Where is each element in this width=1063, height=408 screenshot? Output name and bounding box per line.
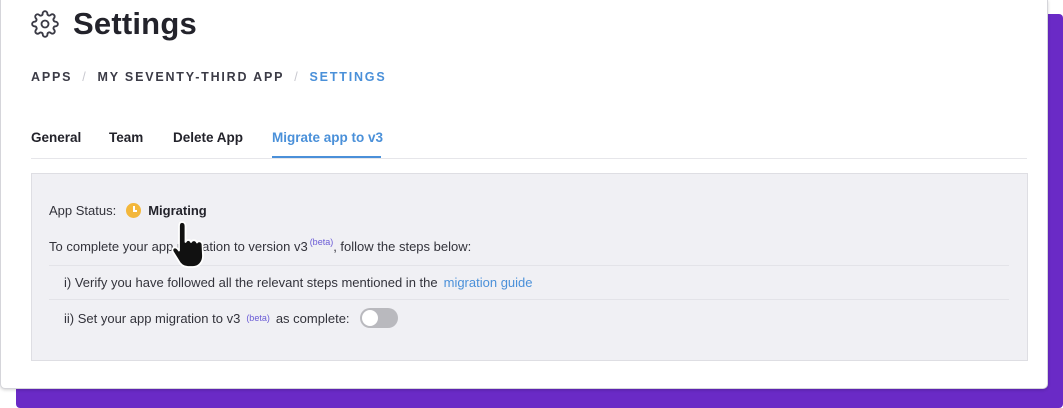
instruction-suffix: , follow the steps below: bbox=[333, 239, 472, 254]
active-tab-indicator bbox=[272, 156, 381, 158]
beta-tag: (beta) bbox=[309, 237, 334, 247]
step2-suffix: as complete: bbox=[275, 310, 350, 326]
beta-tag: (beta) bbox=[246, 313, 270, 323]
page-title: Settings bbox=[73, 6, 197, 41]
settings-card: Settings APPS / MY SEVENTY-THIRD APP / S… bbox=[0, 0, 1048, 389]
migration-complete-toggle[interactable] bbox=[359, 308, 398, 328]
toggle-knob bbox=[361, 310, 378, 326]
step2-prefix: ii) Set your app migration to v3 bbox=[64, 310, 241, 326]
breadcrumb-apps[interactable]: APPS bbox=[31, 70, 72, 84]
divider bbox=[49, 299, 1009, 300]
step-complete: ii) Set your app migration to v3 (beta) … bbox=[64, 308, 398, 328]
breadcrumb-app[interactable]: MY SEVENTY-THIRD APP bbox=[98, 70, 285, 84]
breadcrumb-separator: / bbox=[82, 70, 88, 84]
hand-pointer-cursor-icon bbox=[171, 221, 204, 268]
status-label: App Status: bbox=[49, 203, 117, 218]
gear-icon bbox=[31, 10, 59, 38]
settings-tabs: General Team Delete App Migrate app to v… bbox=[31, 122, 1027, 159]
breadcrumb: APPS / MY SEVENTY-THIRD APP / SETTINGS bbox=[31, 70, 386, 84]
tab-migrate-app[interactable]: Migrate app to v3 bbox=[272, 130, 383, 145]
status-value: Migrating bbox=[148, 203, 207, 218]
app-status-row: App Status: Migrating bbox=[49, 203, 207, 218]
migration-guide-link[interactable]: migration guide bbox=[444, 275, 533, 290]
breadcrumb-settings: SETTINGS bbox=[309, 70, 387, 84]
tab-general[interactable]: General bbox=[31, 130, 81, 145]
tab-delete-app[interactable]: Delete App bbox=[173, 130, 243, 145]
step-verify: i) Verify you have followed all the rele… bbox=[64, 275, 533, 290]
step1-text: i) Verify you have followed all the rele… bbox=[64, 275, 438, 290]
migration-instruction: To complete your app migration to versio… bbox=[49, 237, 471, 254]
page-header: Settings bbox=[31, 4, 197, 44]
breadcrumb-separator: / bbox=[294, 70, 300, 84]
tab-team[interactable]: Team bbox=[109, 130, 143, 145]
clock-icon bbox=[126, 203, 142, 218]
